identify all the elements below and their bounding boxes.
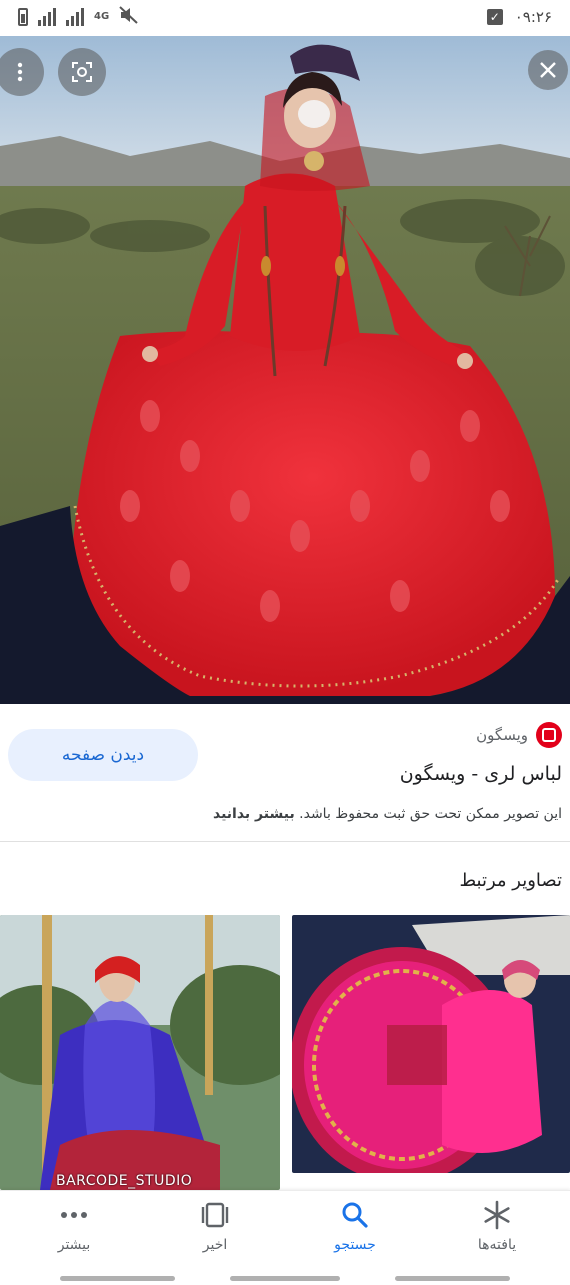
vertical-dots-icon (17, 62, 23, 82)
nav-recent-tab[interactable]: اخیر (165, 1199, 265, 1261)
related-image-thumbnail[interactable]: BARCODE_STUDIO (0, 915, 280, 1190)
mute-icon (119, 6, 139, 27)
checkbox-notification-icon: ✓ (486, 9, 503, 25)
related-image-graphic-2 (292, 915, 570, 1173)
nav-recent-label: اخیر (202, 1237, 228, 1253)
battery-icon (18, 7, 28, 26)
close-button[interactable] (528, 50, 568, 90)
preview-image-graphic (0, 36, 570, 704)
related-images-heading: تصاویر مرتبط (459, 870, 562, 891)
nav-discover-tab[interactable]: یافته‌ها (447, 1199, 547, 1261)
network-type-label: 4G (94, 11, 110, 22)
more-dots-icon (61, 1199, 87, 1231)
clock: ۰۹:۲۶ (514, 8, 552, 26)
status-bar: 4G ✓ ۰۹:۲۶ (0, 0, 570, 36)
nav-discover-label: یافته‌ها (477, 1237, 517, 1253)
preview-image[interactable] (0, 36, 570, 704)
discover-asterisk-icon (482, 1199, 512, 1231)
nav-search-tab[interactable]: جستجو (305, 1199, 405, 1261)
status-icons-right: ✓ ۰۹:۲۶ (486, 8, 552, 26)
gesture-bar-segment-3 (395, 1276, 510, 1281)
gesture-bar-segment (60, 1276, 175, 1281)
signal-icon (38, 7, 56, 26)
learn-more-link[interactable]: بیشتر بدانید (213, 806, 295, 822)
nav-search-label: جستجو (334, 1237, 376, 1253)
close-icon (540, 62, 556, 78)
site-logo-icon (536, 722, 562, 748)
result-title[interactable]: لباس لری - ویسگون (400, 763, 562, 785)
related-image-thumbnail-2[interactable] (292, 915, 570, 1173)
gesture-bar-segment-2 (230, 1276, 340, 1281)
search-icon (341, 1199, 369, 1231)
lens-search-button[interactable] (58, 48, 106, 96)
view-page-button[interactable]: دیدن صفحه (8, 729, 198, 781)
watermark-text: BARCODE_STUDIO (56, 1173, 193, 1189)
copyright-notice: این تصویر ممکن تحت حق ثبت محفوظ باشد. بی… (213, 806, 562, 822)
lens-icon (72, 62, 92, 82)
nav-more-label: بیشتر (57, 1237, 91, 1253)
copyright-text: این تصویر ممکن تحت حق ثبت محفوظ باشد. (299, 806, 562, 822)
nav-more-tab[interactable]: بیشتر (24, 1199, 124, 1261)
recent-tabs-icon (200, 1199, 230, 1231)
source-row[interactable]: ویسگون (476, 722, 562, 748)
source-name: ویسگون (476, 726, 528, 744)
related-image-graphic (0, 915, 280, 1190)
status-icons-left: 4G (18, 6, 139, 27)
signal-icon-2 (66, 7, 84, 26)
divider (0, 841, 570, 842)
bottom-navigation: بیشتر اخیر جستجو یافته‌ها (0, 1190, 570, 1285)
